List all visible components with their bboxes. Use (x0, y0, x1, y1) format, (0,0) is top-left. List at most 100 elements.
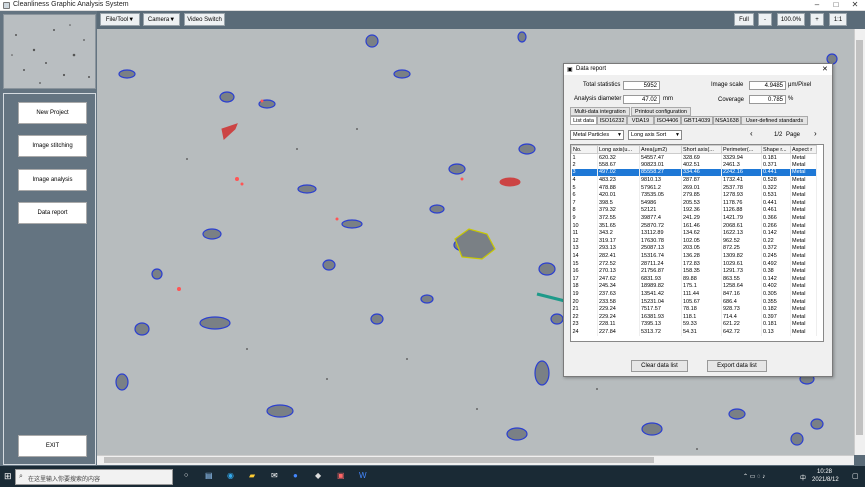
video-switch-button[interactable]: Video Switch (184, 13, 225, 26)
table-row[interactable]: 4 483.23 9810.13 287.87 1732.41 0.528 Metal (571, 176, 817, 184)
tab-iso16232[interactable]: ISO16232 (597, 116, 627, 125)
table-row[interactable]: 15 272.52 28711.24 172.83 1029.61 0.492 Metal (571, 259, 817, 268)
tab-multi-data-integration[interactable]: Multi-data integration (570, 107, 630, 116)
table-row[interactable]: 2 558.67 90823.01 402.51 2461.3 0.371 Metal (571, 161, 817, 169)
tab-list-data[interactable]: List data (570, 116, 597, 125)
table-row[interactable]: 17 247.62 6831.93 89.88 863.55 0.142 Metal (571, 275, 817, 283)
new-project-button[interactable]: New Project (18, 102, 87, 124)
table-row[interactable]: 16 270.13 21756.87 158.35 1291.73 0.38 Metal (571, 267, 817, 275)
table-row[interactable]: 14 282.41 15316.74 136.28 1309.82 0.245 Metal (571, 252, 817, 260)
table-row[interactable]: 12 319.17 17630.78 102.05 962.52 0.22 Metal (571, 237, 817, 245)
table-row[interactable]: 22 229.24 16381.93 118.1 714.4 0.397 Metal (571, 312, 817, 321)
table-cell: 0.142 (761, 229, 791, 238)
table-row[interactable]: 19 237.63 13541.42 111.44 847.16 0.305 Metal (571, 290, 817, 298)
horizontal-scroll-thumb[interactable] (104, 457, 654, 463)
table-cell: 0.492 (761, 259, 791, 268)
table-row[interactable]: 10 351.65 25870.72 161.46 2068.61 0.266 Metal (571, 221, 817, 230)
taskbar-app-icon[interactable]: ◆ (315, 471, 321, 480)
column-header[interactable]: Area(μm2) (639, 145, 682, 154)
vertical-scroll-thumb[interactable] (856, 40, 863, 435)
table-cell: Metal (790, 305, 817, 313)
ime-indicator[interactable]: 中 (800, 473, 806, 482)
table-cell: 85558.27 (639, 168, 682, 177)
tray-icons[interactable]: ⌃ ▭ ◌ ♪ (743, 473, 765, 480)
table-row[interactable]: 1 620.32 54557.47 328.69 3329.94 0.181 Metal (571, 153, 817, 162)
task-view-icon[interactable]: ○ (184, 472, 188, 479)
total-statistics-label: Total statistics (583, 82, 621, 88)
table-cell: 497.02 (597, 168, 640, 177)
particle-type-value: Metal Particles (573, 132, 610, 138)
taskbar-app-icon[interactable]: ● (293, 471, 298, 480)
table-cell: 0.441 (761, 199, 791, 207)
table-row[interactable]: 24 227.84 5313.72 54.31 642.72 0.13 Metal (571, 328, 817, 336)
exit-button[interactable]: EXIT (18, 435, 87, 457)
tab-vda19[interactable]: VDA19 (627, 116, 654, 125)
table-row[interactable]: 5 478.88 57961.2 269.01 2537.78 0.322 Metal (571, 183, 817, 192)
word-icon[interactable]: W (359, 471, 367, 480)
zoom-out-button[interactable]: - (758, 13, 772, 26)
table-row[interactable]: 23 228.11 7395.13 59.33 621.22 0.181 Metal (571, 320, 817, 329)
zoom-in-button[interactable]: + (810, 13, 824, 26)
table-cell: 24 (571, 328, 598, 336)
table-row[interactable]: 7 398.5 54986 205.53 1178.76 0.441 Metal (571, 199, 817, 207)
table-cell: Metal (790, 267, 817, 275)
table-cell: 0.181 (761, 153, 791, 162)
mail-icon[interactable]: ✉ (271, 471, 278, 480)
tab-nsa1638[interactable]: NSA1638 (713, 116, 741, 125)
image-analysis-button[interactable]: Image analysis (18, 169, 87, 191)
table-row[interactable]: 3 497.02 85558.27 334.46 2242.16 0.441 Metal (571, 168, 817, 177)
export-data-list-button[interactable]: Export data list (707, 360, 767, 372)
table-cell: 203.05 (681, 244, 722, 253)
table-row[interactable]: 6 420.01 73535.05 279.85 1278.93 0.531 Metal (571, 191, 817, 200)
taskbar-app-icon[interactable]: ▤ (205, 471, 213, 480)
tab-iso4406[interactable]: ISO4406 (654, 116, 681, 125)
dialog-title-bar: ▣ Data report ✕ (564, 64, 832, 75)
table-row[interactable]: 20 233.58 15231.04 105.67 686.4 0.355 Metal (571, 297, 817, 306)
windows-start-icon[interactable]: ⊞ (4, 471, 12, 482)
actual-size-button[interactable]: 1:1 (829, 13, 847, 26)
maximize-button[interactable]: □ (826, 0, 846, 11)
tab-gbt14039[interactable]: GBT14039 (681, 116, 713, 125)
close-window-button[interactable]: ✕ (845, 0, 865, 11)
table-row[interactable]: 21 229.24 7517.57 78.18 928.73 0.182 Metal (571, 305, 817, 313)
sort-select[interactable]: Long axis Sort ▼ (628, 130, 682, 140)
file-tool-menu[interactable]: File/Tool▼ (100, 13, 140, 26)
table-cell: 478.88 (597, 183, 640, 192)
dialog-close-icon[interactable]: ✕ (822, 65, 828, 73)
notification-icon[interactable]: ▢ (852, 472, 859, 480)
prev-page-icon[interactable]: ‹ (750, 129, 753, 138)
analysis-diameter-label: Analysis diameter (574, 96, 622, 102)
taskbar-app-icon[interactable]: ▣ (337, 471, 345, 480)
table-row[interactable]: 9 372.55 39877.4 241.29 1421.79 0.366 Metal (571, 214, 817, 222)
clear-data-list-button[interactable]: Clear data list (631, 360, 688, 372)
table-row[interactable]: 11 343.2 13112.89 134.62 1622.13 0.142 Metal (571, 229, 817, 238)
particle-type-select[interactable]: Metal Particles ▼ (570, 130, 624, 140)
tab-printout-configuration[interactable]: Printout configuration (631, 107, 691, 116)
table-cell: 15316.74 (639, 252, 682, 260)
taskbar-search-box[interactable]: ⌕ 在这里输入你要搜索的内容 (15, 469, 173, 485)
column-header[interactable]: Short axis(... (681, 145, 722, 154)
minimize-button[interactable]: – (807, 0, 827, 11)
table-row[interactable]: 8 379.32 52121 192.36 1126.88 0.461 Metal (571, 206, 817, 215)
image-stitching-button[interactable]: Image stitching (18, 135, 87, 157)
particle-data-table[interactable]: No. Long axis(u... Area(μm2) Short axis(… (570, 144, 824, 342)
folder-icon[interactable]: ▰ (249, 471, 255, 480)
next-page-icon[interactable]: › (814, 129, 817, 138)
tab-user-defined-standards[interactable]: User-defined standards (741, 116, 808, 125)
column-header[interactable]: Aspect r (790, 145, 817, 154)
edge-icon[interactable]: ◉ (227, 471, 234, 480)
clock-date[interactable]: 2021/8/12 (812, 477, 839, 483)
overview-thumbnail[interactable] (3, 14, 96, 89)
full-button[interactable]: Full (734, 13, 754, 26)
table-cell: Metal (790, 244, 817, 253)
table-row[interactable]: 13 293.13 25087.13 203.05 872.25 0.372 Metal (571, 244, 817, 253)
table-cell: 621.22 (721, 320, 762, 329)
column-header[interactable]: Shape r... (761, 145, 791, 154)
data-report-button[interactable]: Data report (18, 202, 87, 224)
camera-menu[interactable]: Camera▼ (143, 13, 180, 26)
column-header[interactable]: Long axis(u... (597, 145, 640, 154)
column-header[interactable]: Perimeter(... (721, 145, 762, 154)
table-row[interactable]: 18 245.34 18989.82 175.1 1258.64 0.402 Metal (571, 282, 817, 291)
column-header[interactable]: No. (571, 145, 598, 154)
clock-time[interactable]: 10:28 (817, 469, 832, 475)
